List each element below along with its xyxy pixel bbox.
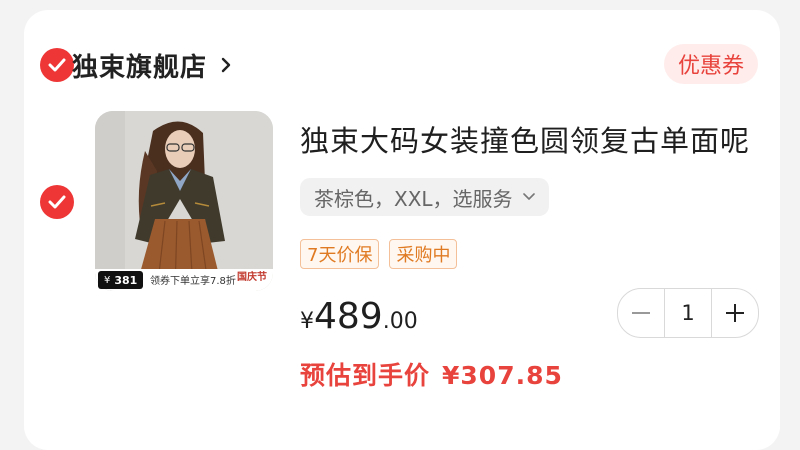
price-currency: ¥ [300,309,314,334]
price-decimal: .00 [382,309,418,334]
item-select-checkbox[interactable] [40,185,74,219]
estimated-price-amount: ¥307.85 [442,361,563,390]
estimated-price-label: 预估到手价 [300,361,431,390]
thumbnail-promo-text: 领券下单立享7.8折 [150,276,236,287]
plus-icon [726,304,744,322]
tag-purchasing: 采购中 [389,239,458,269]
coupon-button[interactable]: 优惠券 [663,44,758,84]
shop-select-checkbox[interactable] [40,48,74,82]
tag-price-protection: 7天价保 [300,239,380,269]
check-icon [48,195,66,209]
variant-selector[interactable]: 茶棕色，XXL，选服务 [300,178,549,216]
chevron-down-icon [522,193,535,200]
product-title[interactable]: 独束大码女装撞色圆领复古单面呢 [300,118,750,160]
thumbnail-event-text: 国庆节 [237,272,267,283]
variant-text: 茶棕色，XXL，选服务 [314,186,513,211]
thumbnail-price-currency: ¥ [104,274,111,286]
check-icon [48,58,66,72]
product-photo [95,111,273,291]
increment-button[interactable] [712,289,758,337]
estimated-price: 预估到手价 ¥307.85 [300,356,563,392]
shop-header-link[interactable]: 独束旗舰店 [72,42,235,88]
thumbnail-price-chip: ¥ 381 [98,271,144,289]
decrement-button[interactable] [618,289,664,337]
service-tags: 7天价保 采购中 [300,239,458,269]
price-integer: 489 [314,296,383,337]
minus-icon [632,312,650,314]
quantity-value[interactable]: 1 [665,301,711,325]
quantity-stepper: 1 [617,288,759,338]
chevron-right-icon [221,57,231,73]
product-thumbnail[interactable] [95,111,273,291]
thumbnail-price-value: 381 [114,273,138,287]
shop-name: 独束旗舰店 [72,52,208,83]
product-price: ¥489.00 [300,296,418,337]
